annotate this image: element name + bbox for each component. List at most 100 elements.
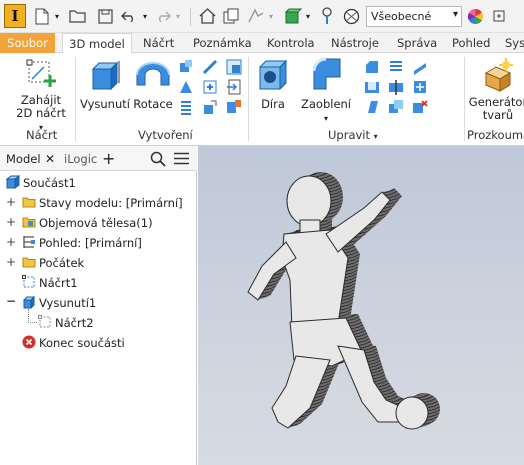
revolve-icon <box>135 57 171 93</box>
tree-item-label: Konec součásti <box>39 336 125 350</box>
thread-icon[interactable] <box>388 59 404 75</box>
tree-item-view[interactable]: Pohled: [Primární] <box>22 233 142 253</box>
redo-dropdown-icon[interactable]: ▾ <box>173 6 183 26</box>
split-icon[interactable] <box>388 79 404 95</box>
open-folder-icon[interactable] <box>68 6 88 26</box>
update-dropdown-icon[interactable]: ▾ <box>266 6 276 26</box>
chamfer-icon[interactable] <box>364 59 380 75</box>
copy-icon[interactable] <box>221 6 241 26</box>
hole-button[interactable]: Díra <box>254 57 292 111</box>
ribbon-panel: Zahájit 2D náčrt ▾ Náčrt Vysunutí Rotace <box>0 53 524 146</box>
tree-item-extrusion1[interactable]: Vysunutí1 <box>22 293 96 313</box>
convert-icon[interactable] <box>226 99 242 115</box>
import-icon[interactable] <box>226 79 242 95</box>
tree-item-sketch2[interactable]: Náčrt2 <box>38 313 94 333</box>
measure-icon[interactable] <box>317 6 337 26</box>
color-wheel-icon[interactable] <box>465 6 485 26</box>
coil-icon[interactable] <box>178 99 194 115</box>
add-tab-icon[interactable]: + <box>102 149 115 168</box>
tab-file[interactable]: Soubor <box>0 33 55 53</box>
save-icon[interactable] <box>96 6 114 26</box>
fillet-icon <box>308 57 344 93</box>
appearance-ball-icon[interactable] <box>341 6 361 26</box>
folder-icon <box>22 256 36 271</box>
draft-icon[interactable] <box>364 99 380 115</box>
revolve-button[interactable]: Rotace <box>133 57 173 111</box>
collapse-icon[interactable]: − <box>6 294 16 308</box>
fillet-label: Zaoblení ▾ <box>300 97 351 124</box>
sweep-icon[interactable] <box>178 59 194 75</box>
tree-item-part[interactable]: Součást1 <box>5 173 76 193</box>
loft-icon[interactable] <box>178 79 194 95</box>
view-icon <box>22 235 36 252</box>
model-front-face <box>247 175 429 430</box>
customize-toolbar-icon[interactable] <box>489 6 509 26</box>
new-file-icon[interactable] <box>33 6 51 26</box>
graphics-viewport[interactable] <box>198 146 524 465</box>
shape-generator-button[interactable]: Generátor tvarů <box>468 57 524 122</box>
sketch-icon <box>38 314 52 332</box>
rib-icon[interactable] <box>202 59 218 75</box>
start-2d-sketch-button[interactable]: Zahájit 2D náčrt ▾ <box>14 57 68 134</box>
tree-item-solid-bodies[interactable]: Objemová tělesa(1) <box>22 213 153 233</box>
tab-sketch[interactable]: Náčrt <box>143 33 174 53</box>
patch-icon[interactable] <box>226 59 242 75</box>
sketch-plus-icon <box>24 57 58 91</box>
browser-tab-ilogic[interactable]: iLogic <box>64 152 97 166</box>
tab-inspect[interactable]: Kontrola <box>267 33 315 53</box>
hole-label: Díra <box>261 97 285 111</box>
appearance-style-select[interactable]: Všeobecné ▾ <box>366 6 462 27</box>
tab-view[interactable]: Pohled <box>452 33 490 53</box>
tree-item-sketch1[interactable]: Náčrt1 <box>22 273 78 293</box>
undo-dropdown-icon[interactable]: ▾ <box>140 6 150 26</box>
extrude-icon <box>22 295 36 312</box>
app-logo[interactable]: I <box>4 4 26 28</box>
sketch-group-label: Náčrt <box>26 128 58 142</box>
expand-icon[interactable]: + <box>6 255 16 269</box>
move-face-icon[interactable] <box>412 79 428 95</box>
emboss-icon[interactable] <box>202 79 218 95</box>
combine-icon[interactable] <box>388 99 404 115</box>
shape-generator-icon <box>480 57 516 93</box>
search-icon[interactable] <box>150 151 166 170</box>
folder-icon <box>22 196 36 211</box>
expand-icon[interactable]: + <box>6 215 16 229</box>
tab-environments[interactable]: Sys <box>505 33 524 53</box>
tree-item-label: Náčrt1 <box>39 276 78 290</box>
modify-group-label[interactable]: Upravit ▾ <box>328 128 378 142</box>
undo-icon[interactable] <box>119 6 139 26</box>
derive-icon[interactable] <box>202 99 218 115</box>
tab-manage[interactable]: Správa <box>397 33 437 53</box>
explore-group-label: Prozkouma <box>467 128 524 142</box>
fillet-button[interactable]: Zaoblení ▾ <box>299 57 353 125</box>
tree-item-origin[interactable]: Počátek <box>22 253 84 273</box>
select-filter-icon[interactable] <box>282 6 304 26</box>
extrude-icon <box>87 57 123 93</box>
revolve-label: Rotace <box>133 97 173 111</box>
ribbon-separator <box>464 57 465 141</box>
home-icon[interactable] <box>197 6 217 26</box>
tree-connector <box>28 322 37 323</box>
browser-tab-model[interactable]: Model <box>6 152 41 166</box>
extrude-button[interactable]: Vysunutí <box>80 57 130 111</box>
thicken-icon[interactable] <box>412 59 428 75</box>
select-filter-dropdown-icon[interactable]: ▾ <box>303 6 313 26</box>
model-extrusion-side <box>250 172 440 429</box>
tab-3d-model[interactable]: 3D model <box>62 33 132 54</box>
menu-icon[interactable] <box>174 152 189 168</box>
new-dropdown-icon[interactable]: ▾ <box>52 6 62 26</box>
footballer-extrusion-model[interactable] <box>198 146 524 465</box>
tree-item-model-states[interactable]: Stavy modelu: [Primární] <box>22 193 183 213</box>
shell-icon[interactable] <box>364 79 380 95</box>
toolbar-divider <box>190 8 191 26</box>
tab-tools[interactable]: Nástroje <box>331 33 379 53</box>
delete-face-icon[interactable] <box>412 99 428 115</box>
tree-item-end-of-part[interactable]: Konec součásti <box>22 333 125 353</box>
style-select-value: Všeobecné <box>371 10 432 23</box>
redo-icon[interactable] <box>153 6 173 26</box>
close-tab-icon[interactable]: ✕ <box>45 152 55 166</box>
update-icon[interactable] <box>245 6 267 26</box>
expand-icon[interactable]: + <box>6 235 16 249</box>
tab-annotate[interactable]: Poznámka <box>193 33 252 53</box>
expand-icon[interactable]: + <box>6 195 16 209</box>
